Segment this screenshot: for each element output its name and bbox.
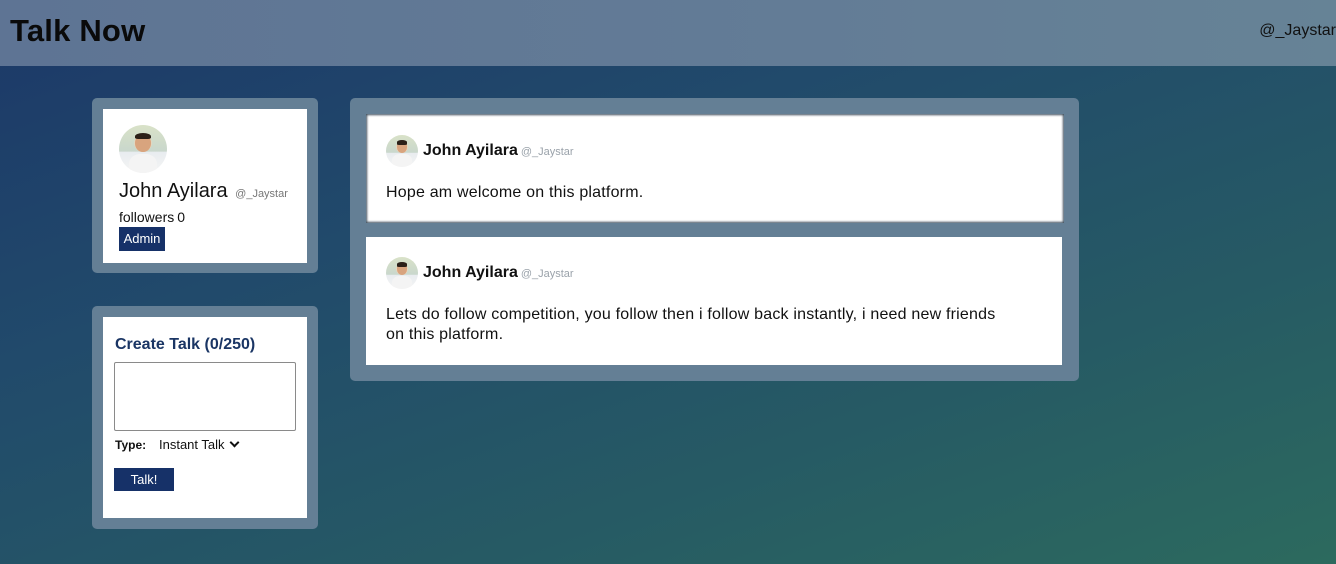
post-author[interactable]: John Ayilara @_Jaystar: [423, 264, 574, 282]
profile-name-text: John Ayilara: [119, 180, 228, 202]
profile-avatar[interactable]: [119, 125, 167, 173]
create-talk-title: Create Talk (0/250): [115, 336, 256, 353]
followers-count: followers 0: [119, 209, 185, 225]
post-card: John Ayilara @_Jaystar Hope am welcome on…: [366, 114, 1064, 223]
role-badge: Admin: [119, 227, 165, 251]
post-author[interactable]: John Ayilara @_Jaystar: [423, 142, 574, 160]
profile-name[interactable]: John Ayilara @_Jaystar: [119, 180, 288, 203]
post-text: Hope am welcome on this platform.: [386, 184, 644, 201]
post-author-name: John Ayilara: [423, 264, 518, 281]
post-author-avatar[interactable]: [386, 257, 418, 289]
post-text: Lets do follow competition, you follow t…: [386, 306, 996, 343]
post-card: John Ayilara @_Jaystar Lets do follow com…: [366, 237, 1062, 365]
talk-input[interactable]: [114, 362, 296, 431]
talk-type-value: Instant Talk: [159, 437, 225, 452]
talk-submit-button[interactable]: Talk!: [114, 468, 174, 491]
post-author-handle: @_Jaystar: [520, 146, 574, 158]
app-title[interactable]: Talk Now: [10, 13, 145, 49]
chevron-down-icon: [229, 437, 239, 448]
post-author-avatar[interactable]: [386, 135, 418, 167]
talk-type-select[interactable]: Instant Talk: [159, 437, 239, 452]
followers-label: followers: [119, 209, 175, 225]
post-author-name: John Ayilara: [423, 142, 518, 159]
post-author-handle: @_Jaystar: [520, 268, 574, 280]
followers-value: 0: [177, 209, 186, 225]
top-bar: Talk Now @_Jaystar: [0, 0, 1336, 66]
profile-handle: @_Jaystar: [235, 188, 288, 200]
current-user-handle[interactable]: @_Jaystar: [1259, 22, 1336, 40]
type-label: Type:: [115, 438, 147, 452]
